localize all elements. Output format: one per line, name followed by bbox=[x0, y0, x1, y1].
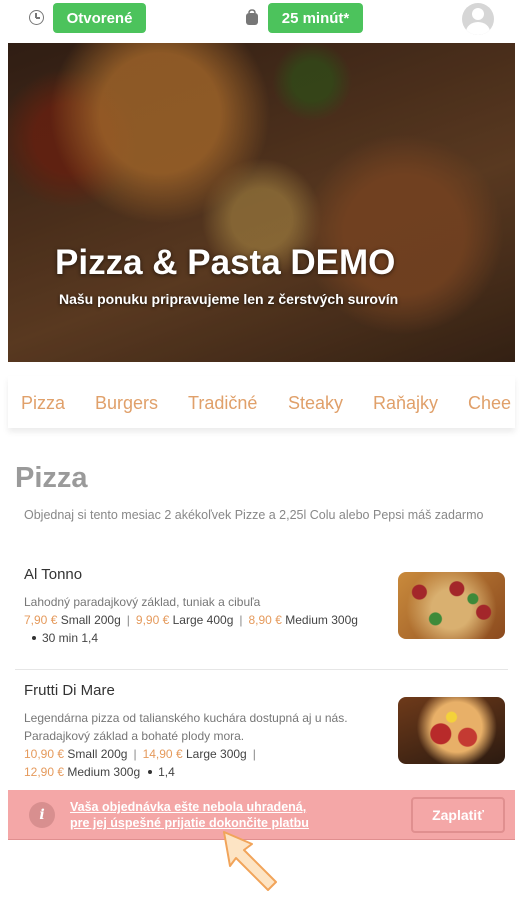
variant-size: Medium bbox=[285, 613, 328, 627]
payment-link-line1[interactable]: Vaša objednávka ešte nebola uhradená, bbox=[70, 800, 306, 814]
variant-weight: 300g bbox=[331, 613, 358, 627]
tab-tradicne[interactable]: Tradičné bbox=[188, 393, 257, 414]
hero-subtitle: Našu ponuku pripravujeme len z čerstvých… bbox=[59, 291, 399, 307]
pizza-al-tonno-image[interactable] bbox=[398, 572, 505, 639]
pay-button[interactable]: Zaplatiť bbox=[411, 797, 505, 833]
status-badge: Otvorené bbox=[53, 3, 146, 33]
item-allergens: 1,4 bbox=[158, 765, 175, 779]
variant-size: Large bbox=[172, 613, 204, 627]
section-description: Objednaj si tento mesiac 2 akékoľvek Piz… bbox=[24, 508, 484, 522]
hero-title: Pizza & Pasta DEMO bbox=[55, 243, 396, 282]
hero-banner: Pizza & Pasta DEMO Našu ponuku pripravuj… bbox=[8, 43, 515, 362]
variant-size: Medium bbox=[67, 765, 111, 779]
info-icon: i bbox=[29, 802, 55, 828]
variant-price: 10,90 € bbox=[24, 747, 65, 761]
tab-pizza[interactable]: Pizza bbox=[21, 393, 65, 414]
variant-size: Large bbox=[185, 747, 217, 761]
clock-icon bbox=[29, 10, 44, 25]
variant-weight: 300g bbox=[113, 765, 141, 779]
variant-price: 12,90 € bbox=[24, 765, 65, 779]
tab-burgers[interactable]: Burgers bbox=[95, 393, 158, 414]
bullet-icon bbox=[148, 769, 153, 774]
variant-weight: 200g bbox=[100, 747, 128, 761]
bullet-icon bbox=[32, 635, 36, 640]
tab-chee[interactable]: Chee bbox=[468, 393, 511, 414]
pointer-arrow-icon bbox=[223, 831, 277, 891]
avatar[interactable] bbox=[462, 3, 494, 35]
item-allergens: 1,4 bbox=[81, 631, 99, 645]
variant-price: 9,90 € bbox=[135, 613, 170, 627]
variant-weight: 400g bbox=[206, 613, 234, 627]
item-time: 30 min bbox=[42, 631, 79, 645]
section-title: Pizza bbox=[15, 462, 88, 494]
item-divider bbox=[15, 669, 508, 670]
variant-price: 7,90 € bbox=[24, 613, 58, 627]
top-bar: Otvorené 25 minút* bbox=[0, 0, 523, 40]
variant-size: Small bbox=[67, 747, 98, 761]
pizza-frutti-di-mare-image[interactable] bbox=[398, 697, 505, 764]
item-description: Legendárna pizza od talianského kuchára … bbox=[24, 711, 348, 743]
variant-weight: 200g bbox=[94, 613, 121, 627]
tab-steaky[interactable]: Steaky bbox=[288, 393, 343, 414]
category-tabs: Pizza Burgers Tradičné Steaky Raňajky Ch… bbox=[8, 376, 515, 428]
variant-weight: 300g bbox=[220, 747, 247, 761]
bag-icon bbox=[246, 9, 258, 25]
variant-price: 8,90 € bbox=[248, 613, 282, 627]
delivery-time-badge: 25 minút* bbox=[268, 3, 363, 33]
item-variants-cont: 12,90 € Medium 300g 1,4 bbox=[24, 763, 508, 781]
variant-price: 14,90 € bbox=[142, 747, 183, 761]
variant-size: Small bbox=[60, 613, 91, 627]
tab-ranajky[interactable]: Raňajky bbox=[373, 393, 438, 414]
